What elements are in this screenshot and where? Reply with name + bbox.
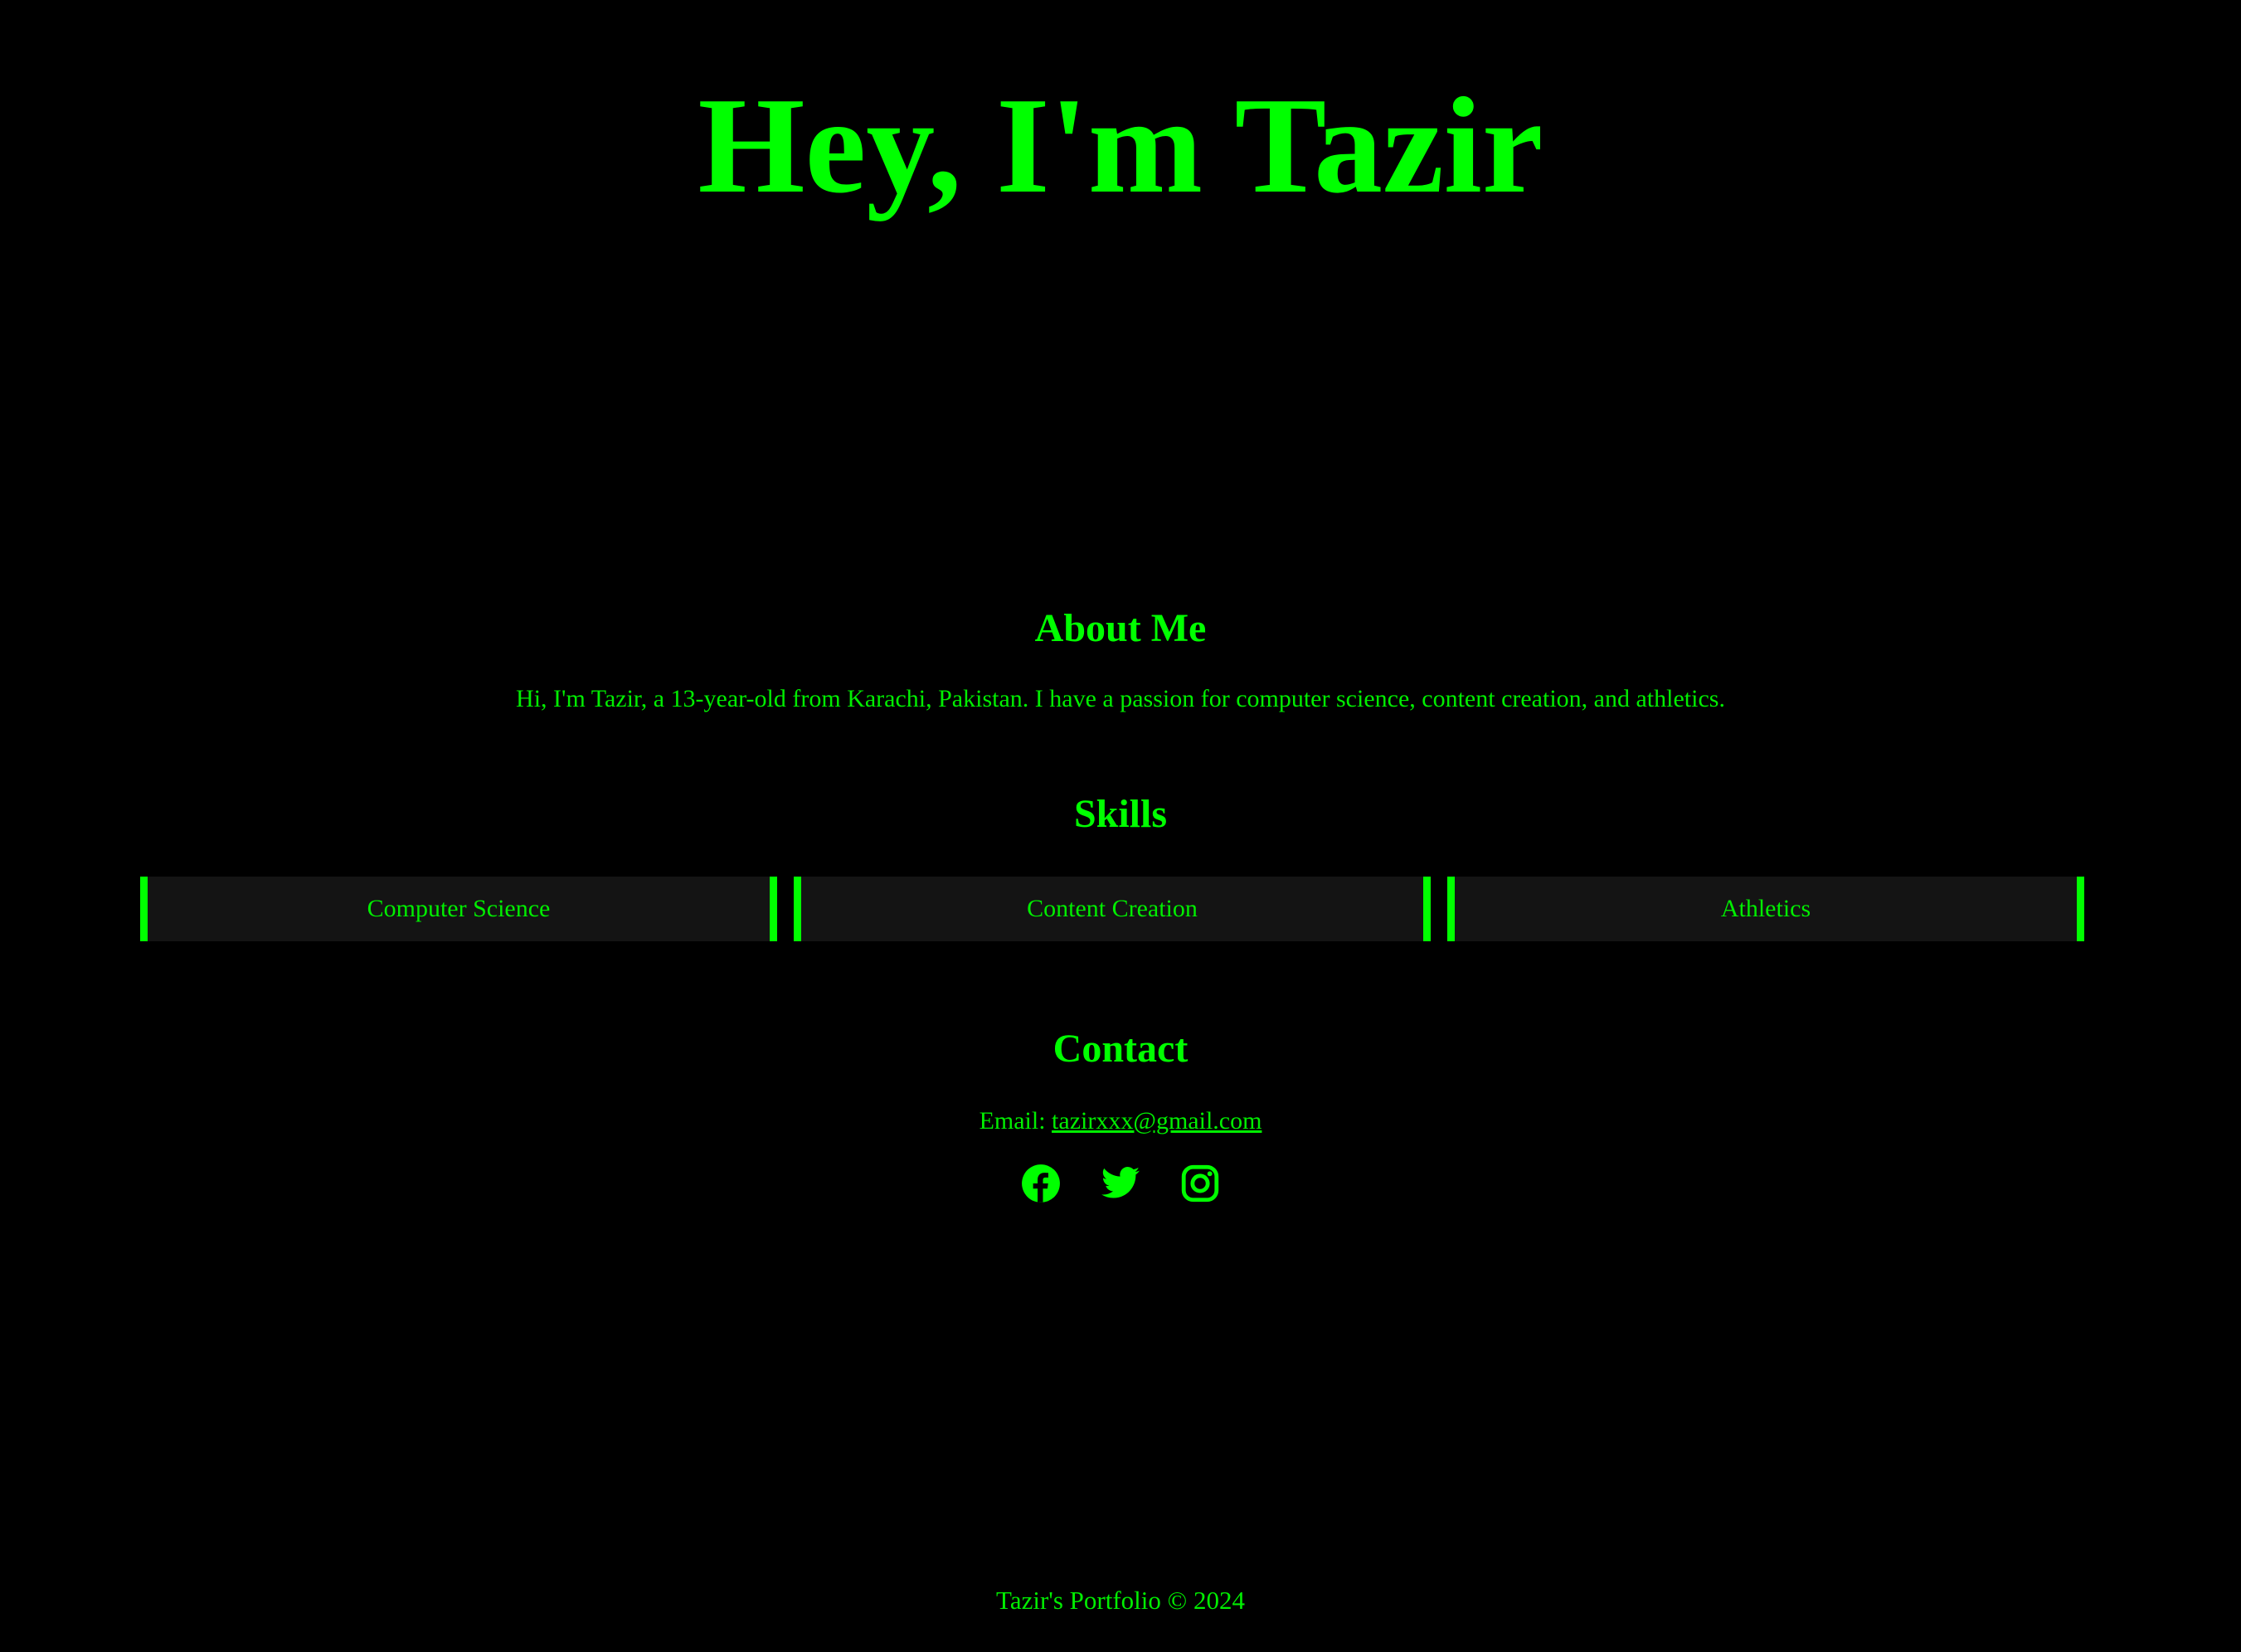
- skills-list: Computer Science Content Creation Athlet…: [140, 877, 2084, 941]
- about-heading: About Me: [1034, 606, 1207, 650]
- instagram-icon[interactable]: [1179, 1161, 1221, 1206]
- facebook-icon[interactable]: [1020, 1161, 1062, 1206]
- contact-email: Email: tazirxxx@gmail.com: [0, 1105, 2241, 1138]
- hero-title: Hey, I'm Tazir: [698, 69, 1543, 221]
- skills-heading: Skills: [1073, 792, 1168, 836]
- skill-card-athletics: Athletics: [1447, 877, 2084, 941]
- email-link[interactable]: tazirxxx@gmail.com: [1052, 1107, 1261, 1135]
- footer-text: Tazir's Portfolio © 2024: [996, 1586, 1245, 1615]
- about-text: Hi, I'm Tazir, a 13-year-old from Karach…: [516, 685, 1725, 712]
- contact-heading: Contact: [1052, 1027, 1189, 1071]
- twitter-icon[interactable]: [1100, 1161, 1141, 1206]
- skill-card-computer-science: Computer Science: [140, 877, 777, 941]
- email-label: Email:: [979, 1107, 1046, 1135]
- social-links: [0, 1161, 2241, 1206]
- skill-card-content-creation: Content Creation: [794, 877, 1431, 941]
